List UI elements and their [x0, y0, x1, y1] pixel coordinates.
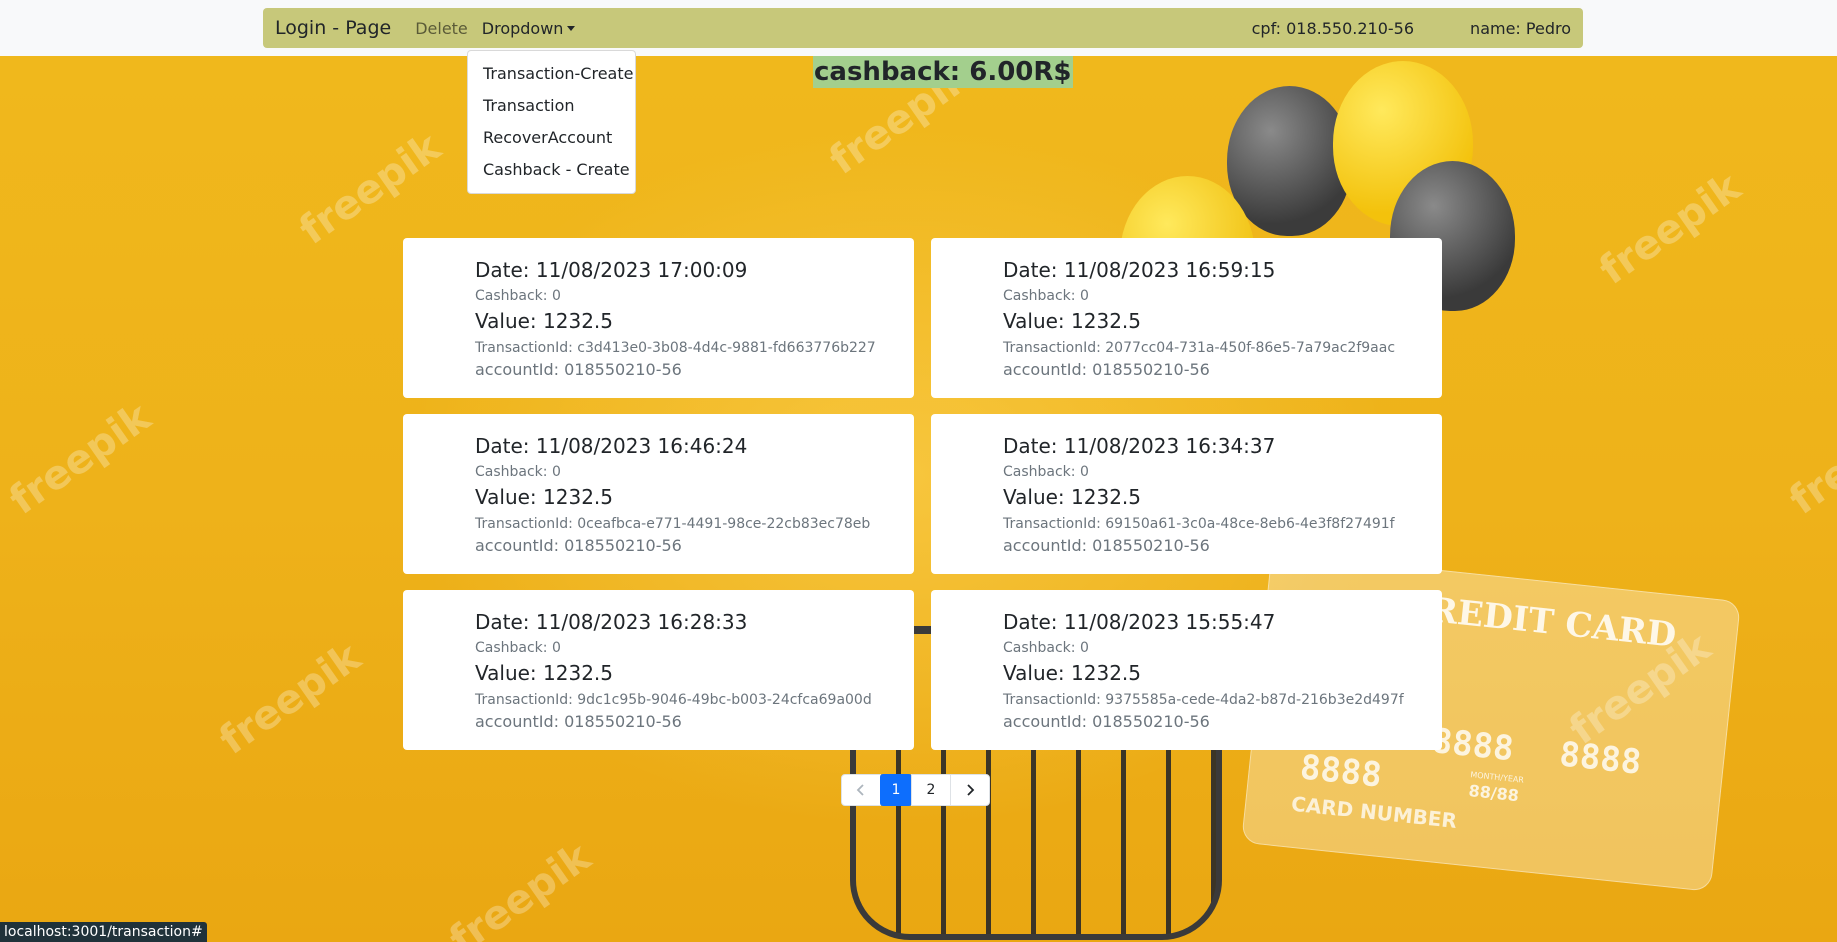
transaction-cashback: Cashback: 0 [475, 288, 561, 304]
navbar: Login - Page Delete Dropdown cpf: 018.55… [263, 8, 1583, 48]
watermark: freepik [1781, 394, 1837, 524]
dropdown-menu: Transaction-Create Transaction RecoverAc… [467, 50, 636, 194]
transaction-cashback: Cashback: 0 [1003, 464, 1089, 480]
caret-down-icon [567, 25, 576, 31]
menu-item-cashback-create[interactable]: Cashback - Create [468, 154, 635, 186]
transaction-date: Date: 11/08/2023 17:00:09 [475, 258, 748, 282]
watermark: freepik [1, 394, 160, 524]
watermark: freepik [1591, 164, 1750, 294]
previous-page-button[interactable] [841, 774, 881, 806]
credit-card-title: CREDIT CARD [1400, 587, 1679, 656]
transaction-cashback: Cashback: 0 [475, 464, 561, 480]
dropdown-label: Dropdown [481, 18, 564, 38]
transaction-date: Date: 11/08/2023 16:46:24 [475, 434, 748, 458]
page-button-1[interactable]: 1 [880, 774, 912, 806]
watermark: freepik [441, 834, 600, 942]
transaction-value: Value: 1232.5 [1003, 309, 1141, 333]
transaction-id: TransactionId: 9375585a-cede-4da2-b87d-2… [1003, 692, 1404, 708]
transaction-account-id: accountId: 018550210-56 [1003, 536, 1210, 555]
transaction-date: Date: 11/08/2023 16:59:15 [1003, 258, 1276, 282]
transaction-account-id: accountId: 018550210-56 [1003, 712, 1210, 731]
chevron-right-icon [967, 784, 975, 796]
user-cpf: cpf: 018.550.210-56 [1251, 18, 1415, 38]
transaction-id: TransactionId: 2077cc04-731a-450f-86e5-7… [1003, 340, 1396, 356]
next-page-button[interactable] [950, 774, 990, 806]
transaction-card: Date: 11/08/2023 16:28:33 Cashback: 0 Va… [403, 590, 914, 750]
transaction-card: Date: 11/08/2023 17:00:09 Cashback: 0 Va… [403, 238, 914, 398]
transaction-date: Date: 11/08/2023 16:34:37 [1003, 434, 1276, 458]
transaction-cashback: Cashback: 0 [1003, 640, 1089, 656]
chevron-left-icon [856, 784, 864, 796]
transaction-value: Value: 1232.5 [475, 661, 613, 685]
transaction-account-id: accountId: 018550210-56 [475, 360, 682, 379]
transaction-account-id: accountId: 018550210-56 [475, 536, 682, 555]
transaction-card: Date: 11/08/2023 16:46:24 Cashback: 0 Va… [403, 414, 914, 574]
transaction-card: Date: 11/08/2023 16:59:15 Cashback: 0 Va… [931, 238, 1442, 398]
transaction-card: Date: 11/08/2023 15:55:47 Cashback: 0 Va… [931, 590, 1442, 750]
transaction-date: Date: 11/08/2023 15:55:47 [1003, 610, 1276, 634]
cashback-total: cashback: 6.00R$ [813, 56, 1073, 88]
watermark: freepik [211, 634, 370, 764]
transaction-id: TransactionId: c3d413e0-3b08-4d4c-9881-f… [475, 340, 876, 356]
transaction-value: Value: 1232.5 [475, 485, 613, 509]
transaction-account-id: accountId: 018550210-56 [1003, 360, 1210, 379]
background-image: freepik freepik freepik freepik freepik … [0, 56, 1837, 942]
user-info: cpf: 018.550.210-56 name: Pedro [1252, 8, 1571, 48]
menu-item-transaction[interactable]: Transaction [468, 90, 635, 122]
pagination: 1 2 [841, 774, 990, 806]
transaction-value: Value: 1232.5 [475, 309, 613, 333]
watermark: freepik [291, 124, 450, 254]
status-bar-url: localhost:3001/transaction# [0, 922, 207, 942]
transaction-id: TransactionId: 9dc1c95b-9046-49bc-b003-2… [475, 692, 872, 708]
menu-item-recover-account[interactable]: RecoverAccount [468, 122, 635, 154]
user-name: name: Pedro [1470, 18, 1571, 38]
delete-link[interactable]: Delete [415, 19, 468, 38]
transaction-value: Value: 1232.5 [1003, 485, 1141, 509]
transaction-date: Date: 11/08/2023 16:28:33 [475, 610, 748, 634]
dropdown-toggle[interactable]: Dropdown [482, 19, 576, 38]
transaction-cashback: Cashback: 0 [475, 640, 561, 656]
transaction-id: TransactionId: 0ceafbca-e771-4491-98ce-2… [475, 516, 871, 532]
menu-item-transaction-create[interactable]: Transaction-Create [468, 58, 635, 90]
transaction-cashback: Cashback: 0 [1003, 288, 1089, 304]
transaction-value: Value: 1232.5 [1003, 661, 1141, 685]
page-button-2[interactable]: 2 [911, 774, 951, 806]
transaction-account-id: accountId: 018550210-56 [475, 712, 682, 731]
transaction-card: Date: 11/08/2023 16:34:37 Cashback: 0 Va… [931, 414, 1442, 574]
brand-link[interactable]: Login - Page [275, 17, 391, 39]
transaction-id: TransactionId: 69150a61-3c0a-48ce-8eb6-4… [1003, 516, 1395, 532]
